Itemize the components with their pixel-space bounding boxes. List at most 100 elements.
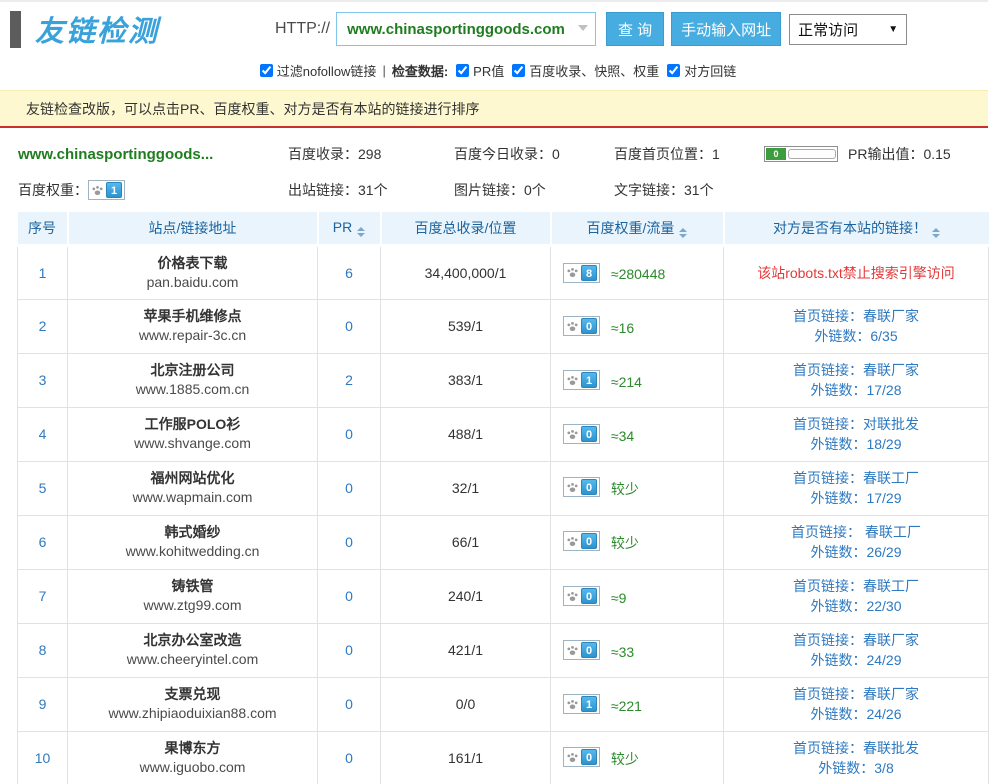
table-row: 6 韩式婚纱 www.kohitwedding.cn 0 66/1 0 较少 首… — [18, 515, 989, 569]
weight-level: 0 — [581, 588, 597, 604]
home-link[interactable]: 首页链接：对联批发 — [724, 414, 988, 434]
baidu-weight-badge: 0 — [563, 424, 600, 444]
out-link-count[interactable]: 外链数：17/29 — [724, 488, 988, 508]
filter-pr-checkbox[interactable] — [456, 64, 469, 77]
out-link-count[interactable]: 外链数：24/29 — [724, 650, 988, 670]
protocol-label: HTTP:// — [275, 20, 330, 38]
site-name: 果博东方 — [68, 739, 317, 758]
traffic-estimate: ≈221 — [611, 698, 642, 714]
home-link[interactable]: 首页链接：春联工厂 — [724, 576, 988, 596]
traffic-estimate: ≈34 — [611, 428, 634, 444]
site-url[interactable]: www.ztg99.com — [68, 596, 317, 615]
out-link-count[interactable]: 外链数：18/29 — [724, 434, 988, 454]
baidu-weight-badge: 1 — [88, 180, 125, 200]
header-weight-sort[interactable]: 百度权重/流量 — [551, 212, 724, 245]
pr-bar-value: 0 — [766, 148, 786, 160]
weight-level: 0 — [581, 479, 597, 495]
select-arrow-icon: ▼ — [888, 24, 898, 35]
weight-level: 0 — [581, 642, 597, 658]
home-link[interactable]: 首页链接：春联厂家 — [724, 684, 988, 704]
out-link-count[interactable]: 外链数：24/26 — [724, 704, 988, 724]
site-name: 北京注册公司 — [68, 361, 317, 380]
weight-level: 0 — [581, 318, 597, 334]
home-link[interactable]: 首页链接：春联工厂 — [724, 468, 988, 488]
home-link[interactable]: 首页链接：春联厂家 — [724, 630, 988, 650]
stat-label: 百度收录： — [288, 146, 358, 162]
baidu-collect-position: 32/1 — [381, 461, 551, 515]
query-button[interactable]: 查 询 — [606, 12, 664, 46]
home-link[interactable]: 首页链接：春联厂家 — [724, 360, 988, 380]
weight-level: 1 — [581, 372, 597, 388]
filter-row: 过滤nofollow链接 | 检查数据: PR值 百度收录、快照、权重 对方回链 — [0, 56, 988, 84]
home-link[interactable]: 首页链接：春联批发 — [724, 738, 988, 758]
out-link-count[interactable]: 外链数：6/35 — [724, 326, 988, 346]
site-url[interactable]: www.cheeryintel.com — [68, 650, 317, 669]
header-site: 站点/链接地址 — [68, 212, 318, 245]
filter-backlink-checkbox[interactable] — [667, 64, 680, 77]
site-url[interactable]: www.zhipiaoduixian88.com — [68, 704, 317, 723]
home-link[interactable]: 首页链接：春联厂家 — [724, 306, 988, 326]
baidu-collect-position: 161/1 — [381, 731, 551, 784]
traffic-estimate: ≈33 — [611, 644, 634, 660]
pr-value: 0 — [318, 569, 381, 623]
filter-nofollow-checkbox[interactable] — [260, 64, 273, 77]
paw-icon — [566, 751, 579, 764]
baidu-collect-position: 421/1 — [381, 623, 551, 677]
paw-icon — [566, 535, 579, 548]
header-pr-sort[interactable]: PR — [318, 212, 381, 245]
chevron-down-icon[interactable] — [578, 25, 588, 31]
home-link[interactable]: 首页链接： 春联工厂 — [724, 522, 988, 542]
out-link-count[interactable]: 外链数：3/8 — [724, 758, 988, 778]
stat-baidu-homepos: 百度首页位置：1 — [614, 144, 764, 164]
checked-domain-link[interactable]: www.chinasportinggoods... — [18, 146, 288, 163]
baidu-weight-badge: 0 — [563, 477, 600, 497]
manual-input-button[interactable]: 手动输入网址 — [671, 12, 781, 46]
access-status-select[interactable]: 正常访问 ▼ — [789, 14, 907, 45]
summary-panel: www.chinasportinggoods... 百度收录：298 百度今日收… — [0, 128, 988, 212]
site-url[interactable]: www.repair-3c.cn — [68, 326, 317, 345]
stat-value: 298 — [358, 146, 381, 162]
traffic-estimate: ≈214 — [611, 374, 642, 390]
weight-level: 0 — [581, 426, 597, 442]
header-pr-label: PR — [333, 219, 352, 235]
weight-level: 0 — [581, 533, 597, 549]
row-index: 10 — [18, 731, 68, 784]
out-link-count[interactable]: 外链数：22/30 — [724, 596, 988, 616]
site-url[interactable]: pan.baidu.com — [68, 273, 317, 292]
row-index: 6 — [18, 515, 68, 569]
baidu-collect-position: 66/1 — [381, 515, 551, 569]
paw-icon — [566, 590, 579, 603]
stat-label: 文字链接： — [614, 182, 684, 198]
stat-label: 图片链接： — [454, 182, 524, 198]
baidu-weight-badge: 0 — [563, 531, 600, 551]
site-url[interactable]: www.1885.com.cn — [68, 380, 317, 399]
site-url[interactable]: www.kohitwedding.cn — [68, 542, 317, 561]
site-url[interactable]: www.iguobo.com — [68, 758, 317, 777]
paw-icon — [566, 481, 579, 494]
header-link-sort[interactable]: 对方是否有本站的链接！ — [724, 212, 989, 245]
out-link-count[interactable]: 外链数：17/28 — [724, 380, 988, 400]
row-index: 9 — [18, 677, 68, 731]
site-name: 铸铁管 — [68, 577, 317, 596]
pr-value: 6 — [318, 245, 381, 299]
filter-baidu-label: 百度收录、快照、权重 — [529, 61, 659, 80]
out-link-count[interactable]: 外链数：26/29 — [724, 542, 988, 562]
baidu-weight-badge: 1 — [563, 370, 600, 390]
baidu-weight-line: 百度权重： 1 — [18, 180, 288, 200]
site-url[interactable]: www.wapmain.com — [68, 488, 317, 507]
row-index: 5 — [18, 461, 68, 515]
url-input[interactable] — [336, 12, 596, 46]
filter-backlink-label: 对方回链 — [684, 61, 736, 80]
baidu-weight-label: 百度权重： — [18, 180, 88, 200]
weight-level: 1 — [106, 182, 122, 198]
brand: 友链检测 — [10, 8, 275, 50]
weight-level: 1 — [581, 696, 597, 712]
traffic-estimate: 较少 — [611, 751, 639, 767]
site-name: 韩式婚纱 — [68, 523, 317, 542]
page-title: 友链检测 — [35, 8, 159, 50]
pr-value: 0 — [318, 407, 381, 461]
site-url[interactable]: www.shvange.com — [68, 434, 317, 453]
stat-value: 1 — [712, 146, 720, 162]
filter-baidu-checkbox[interactable] — [512, 64, 525, 77]
header-weight-label: 百度权重/流量 — [587, 220, 675, 236]
